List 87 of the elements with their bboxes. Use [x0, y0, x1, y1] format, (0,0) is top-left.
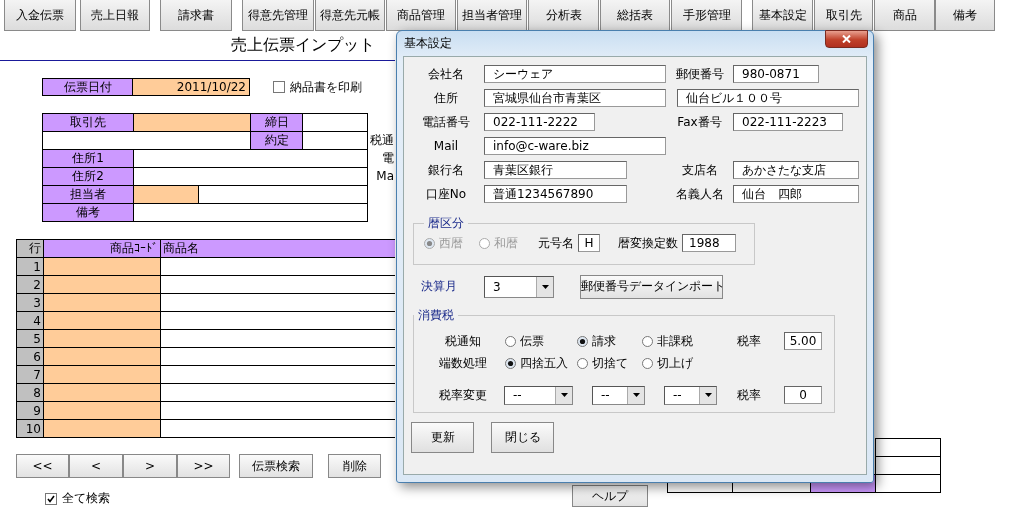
toolbar-button[interactable]: 入金伝票	[4, 0, 76, 31]
input-field[interactable]: 仙台 四郎	[733, 185, 859, 203]
nav-button[interactable]: 伝票検索	[239, 454, 313, 478]
form-label: 電	[381, 149, 395, 167]
field-label: 税通知	[443, 332, 482, 350]
toolbar-button[interactable]: 基本設定	[752, 0, 813, 31]
caret-icon	[541, 284, 549, 289]
input-field[interactable]: 普通1234567890	[484, 185, 627, 203]
date-field[interactable]: 2011/10/22	[133, 78, 250, 96]
nav-button[interactable]: <<	[16, 454, 69, 478]
field-label: 口座No	[424, 185, 468, 203]
checkbox-label: 全て検索	[62, 490, 110, 507]
input-field[interactable]: info@c-ware.biz	[484, 137, 666, 155]
toolbar-button[interactable]: 売上日報	[80, 0, 150, 31]
form-label: 備考	[42, 203, 134, 222]
close-button[interactable]	[825, 30, 868, 48]
input-field[interactable]: シーウェア	[484, 65, 666, 83]
dropdown[interactable]: --	[504, 385, 573, 405]
checkbox[interactable]	[45, 492, 57, 505]
dialog-button[interactable]: 更新	[411, 422, 474, 453]
table-cell	[875, 474, 941, 493]
field-label: 名義人名	[674, 185, 725, 203]
field-label: 決算月	[421, 278, 458, 295]
input-field[interactable]: 022-111-2222	[484, 113, 595, 131]
field-label: 支店名	[680, 161, 719, 179]
input-field[interactable]: あかさたな支店	[733, 161, 859, 179]
toolbar-button[interactable]: 得意先元帳	[315, 0, 385, 31]
field-label: 暦変換定数	[618, 234, 678, 252]
input-field[interactable]: 青葉区銀行	[484, 161, 627, 179]
row-number: 10	[16, 419, 44, 438]
toolbar-button[interactable]: 得意先管理	[242, 0, 314, 31]
caret-icon	[704, 393, 712, 397]
checkbox[interactable]	[273, 81, 285, 93]
group-title: 暦区分	[427, 215, 465, 232]
radio-button[interactable]: 切捨て	[577, 354, 642, 372]
radio-button[interactable]: 切上げ	[642, 354, 737, 372]
toolbar-button[interactable]: 商品管理	[386, 0, 456, 31]
field-label: 税率	[737, 332, 762, 350]
radio-button[interactable]: 伝票	[505, 332, 577, 350]
input-field[interactable]: 仙台ビル１００号	[677, 89, 859, 107]
dialog-button[interactable]: 閉じる	[491, 422, 554, 453]
caret-icon	[560, 393, 568, 397]
radio-button[interactable]: 非課税	[642, 332, 737, 350]
nav-button[interactable]: <	[69, 454, 123, 478]
form-label: 税通	[369, 131, 395, 149]
field-label: Mail	[432, 139, 460, 153]
field-label: 税率変更	[437, 386, 488, 404]
nav-button[interactable]: 削除	[328, 454, 381, 478]
input-field[interactable]: 宮城県仙台市青葉区	[484, 89, 666, 107]
input-field[interactable]: 980-0871	[733, 65, 819, 83]
dropdown[interactable]: 3	[484, 275, 554, 298]
form-label: 伝票日付	[42, 78, 133, 96]
nav-button[interactable]: >>	[177, 454, 230, 478]
field-label: 郵便番号	[674, 65, 725, 83]
radio-button[interactable]: 四捨五入	[505, 354, 577, 372]
dropdown[interactable]: --	[592, 385, 645, 405]
help-button[interactable]: ヘルプ	[572, 485, 648, 507]
toolbar-button[interactable]: 商品	[874, 0, 935, 31]
toolbar-button[interactable]: 総括表	[600, 0, 670, 31]
toolbar-button[interactable]: 担当者管理	[457, 0, 527, 31]
field-label: 電話番号	[421, 113, 471, 131]
field-label: 住所	[433, 89, 459, 107]
radio-button[interactable]: 請求	[577, 332, 642, 350]
field-label: Fax番号	[676, 113, 723, 131]
caret-icon	[632, 393, 640, 397]
close-icon	[842, 35, 851, 43]
group-title: 消費税	[417, 307, 455, 324]
toolbar-button[interactable]: 取引先	[814, 0, 873, 31]
import-button[interactable]: 郵便番号データインポート	[580, 274, 723, 299]
field-label: 税率	[737, 386, 762, 404]
input-field[interactable]: 022-111-2223	[733, 113, 843, 131]
field-label: 銀行名	[427, 161, 465, 179]
input-field[interactable]: 5.00	[784, 332, 822, 350]
toolbar-button[interactable]: 手形管理	[671, 0, 742, 31]
dialog-title: 基本設定	[404, 35, 452, 52]
nav-button[interactable]: >	[123, 454, 177, 478]
toolbar-button[interactable]: 分析表	[528, 0, 599, 31]
toolbar-button[interactable]: 請求書	[160, 0, 232, 31]
dropdown[interactable]: --	[664, 385, 717, 405]
field-label: 元号名	[538, 234, 574, 252]
page-title: 売上伝票インプット	[231, 35, 375, 56]
toolbar-button[interactable]: 備考	[935, 0, 995, 31]
field-label: 端数処理	[437, 354, 488, 372]
checkbox-label: 納品書を印刷	[290, 78, 362, 96]
field-label: 会社名	[427, 65, 465, 83]
form-label: Ma	[375, 168, 395, 185]
input-field[interactable]: 0	[784, 386, 822, 404]
